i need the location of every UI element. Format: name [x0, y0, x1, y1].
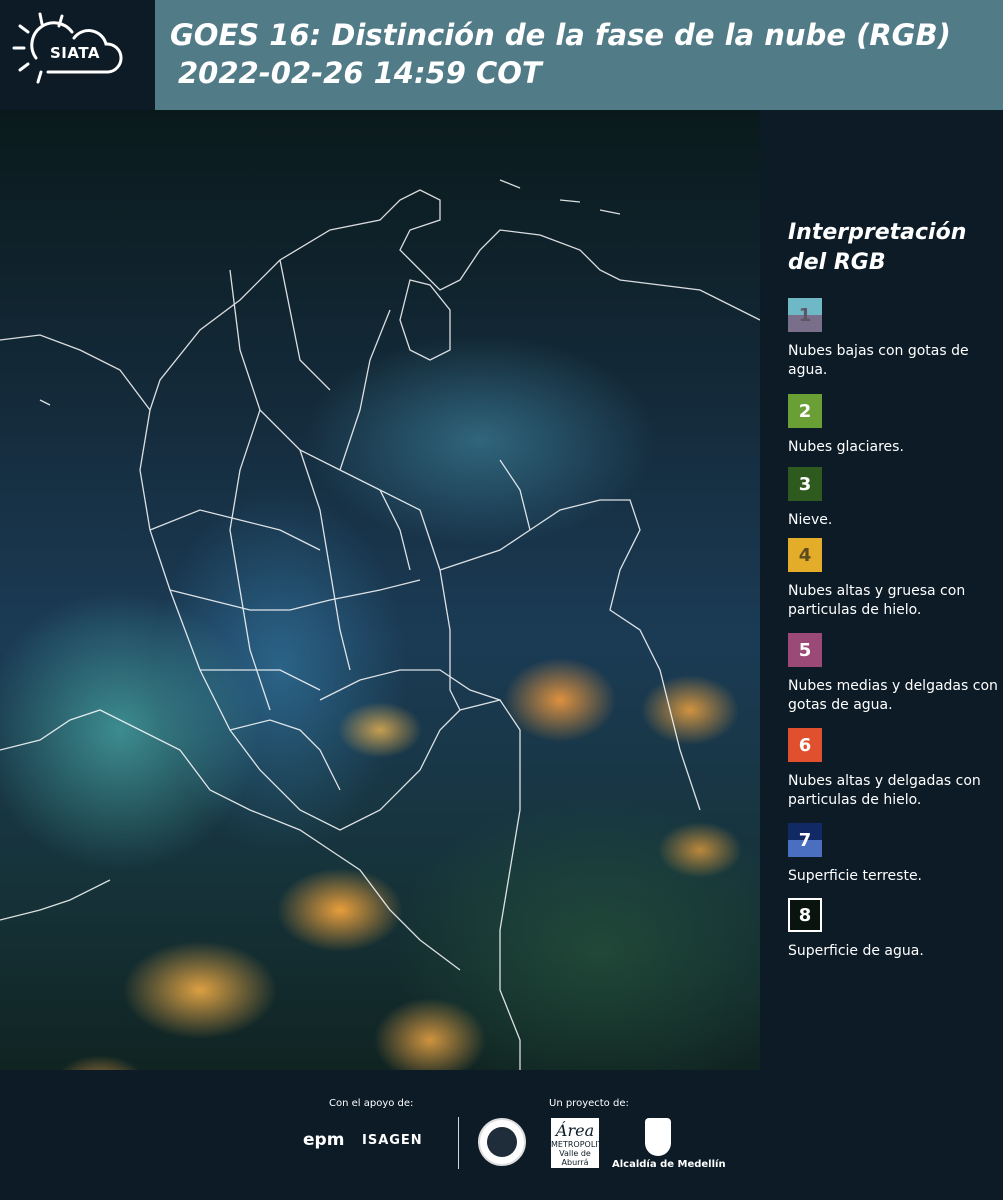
legend-number: 3: [798, 473, 812, 495]
alcaldia-shield-icon: [645, 1118, 671, 1156]
legend-label-4: Nubes altas y gruesa con particulas de h…: [788, 583, 966, 618]
isagen-logo: ISAGEN: [362, 1133, 423, 1148]
medellin-seal-logo: [478, 1118, 526, 1166]
legend-swatch-3: 3: [788, 467, 822, 501]
satellite-map: [0, 110, 760, 1070]
legend-number: 5: [798, 639, 812, 661]
legend-label-2: Nubes glaciares.: [788, 439, 904, 455]
legend-number: 7: [798, 829, 812, 851]
alcaldia-logo-text: Alcaldía de Medellín: [612, 1159, 726, 1170]
legend-title: Interpretación del RGB: [788, 218, 966, 278]
legend-number: 6: [798, 734, 812, 756]
legend-panel: Interpretación del RGB 1 Nubes bajas con …: [760, 110, 1003, 1070]
legend-title-line-2: del RGB: [788, 250, 886, 275]
legend-swatch-2: 2: [788, 394, 822, 428]
legend-label-1: Nubes bajas con gotas de agua.: [788, 343, 969, 378]
support-label: Con el apoyo de:: [329, 1098, 414, 1109]
legend-number: 4: [798, 544, 812, 566]
footer-divider: [458, 1117, 459, 1169]
legend-title-line-1: Interpretación: [788, 220, 967, 245]
legend-label-7: Superficie terreste.: [788, 868, 923, 884]
legend-swatch-1: 1: [788, 298, 822, 332]
legend-number: 2: [798, 400, 812, 422]
project-label: Un proyecto de:: [549, 1098, 629, 1109]
title-line-1: GOES 16: Distinción de la fase de la nub…: [170, 18, 951, 52]
area-script: Área: [555, 1121, 595, 1140]
legend-swatch-4: 4: [788, 538, 822, 572]
title-line-2: 2022-02-26 14:59 COT: [178, 56, 542, 90]
area-line-2: Valle de Aburrá: [559, 1149, 591, 1167]
legend-swatch-7: 7: [788, 823, 822, 857]
legend-number: 8: [798, 904, 812, 926]
logo-arrow: [125, 0, 155, 110]
legend-label-5: Nubes medias y delgadas con gotas de agu…: [788, 678, 998, 713]
legend-label-8: Superficie de agua.: [788, 943, 924, 959]
legend-swatch-8: 8: [788, 898, 822, 932]
legend-swatch-6: 6: [788, 728, 822, 762]
legend-swatch-5: 5: [788, 633, 822, 667]
logo-text: SIATA: [50, 44, 101, 62]
header-bar: SIATA GOES 16: Distinción de la fase de …: [0, 0, 1003, 110]
area-metropolitana-logo: Área METROPOLITANA Valle de Aburrá: [551, 1118, 619, 1168]
area-line-1: METROPOLITANA: [551, 1140, 619, 1149]
legend-number: 1: [798, 304, 812, 326]
epm-logo: epm: [303, 1130, 345, 1150]
legend-label-3: Nieve.: [788, 512, 833, 528]
page-title: GOES 16: Distinción de la fase de la nub…: [170, 16, 951, 92]
legend-label-6: Nubes altas y delgadas con particulas de…: [788, 773, 981, 808]
seal-emblem: [487, 1127, 517, 1157]
boundary-lines: [0, 179, 760, 1070]
